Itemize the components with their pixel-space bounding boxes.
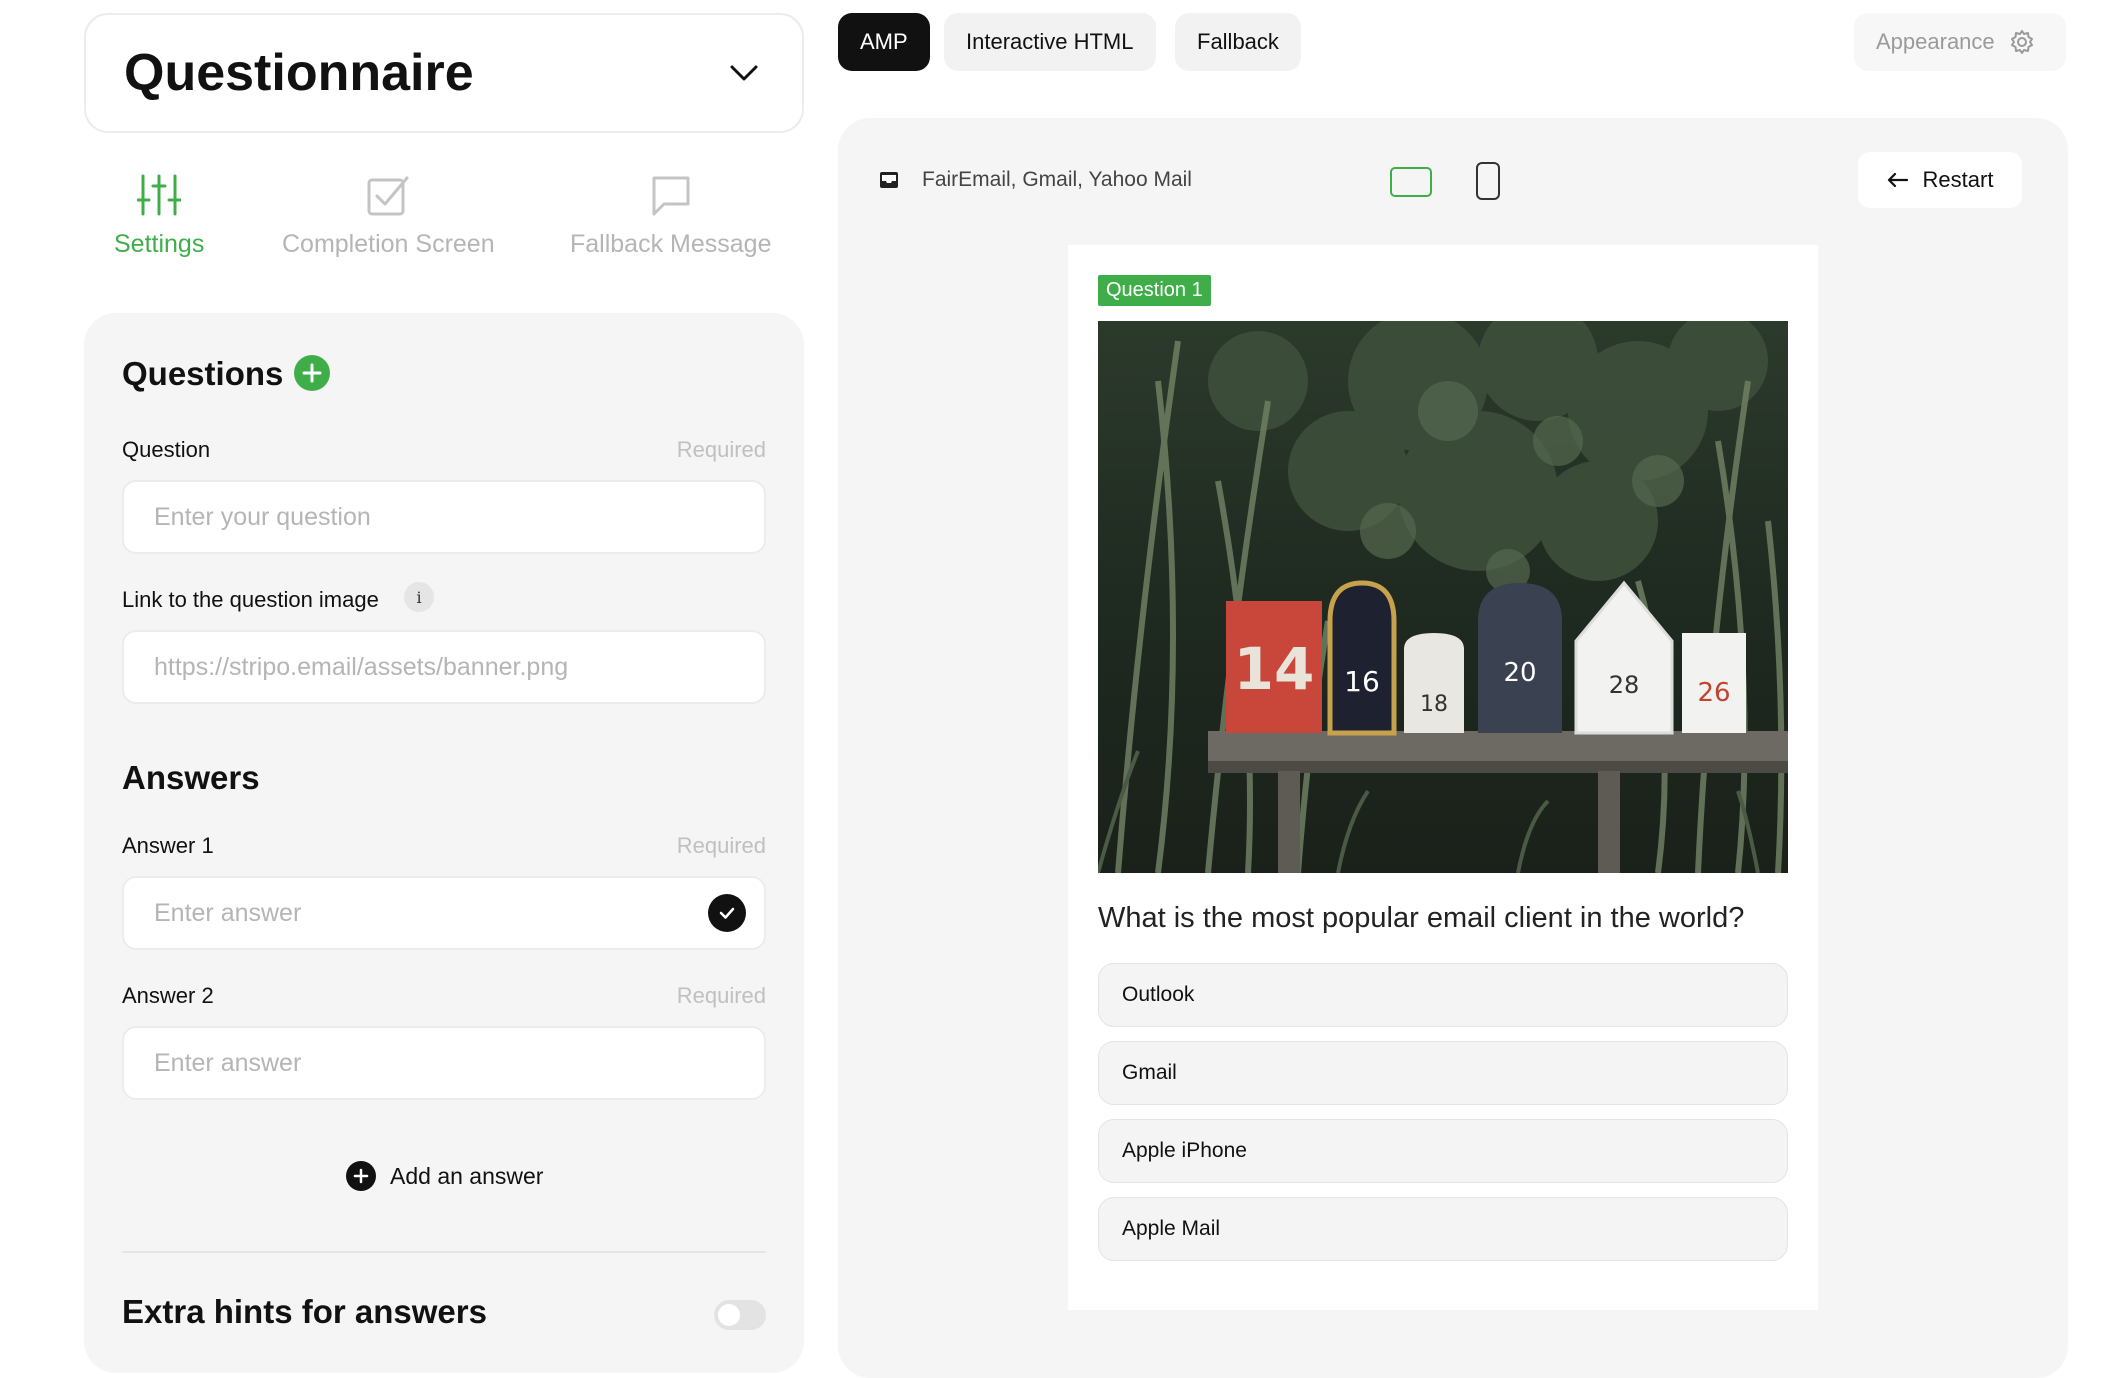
toggle-knob (718, 1304, 740, 1326)
answer-option[interactable]: Apple Mail (1098, 1197, 1788, 1261)
arrow-left-icon (1887, 172, 1908, 188)
tab-completion-screen[interactable]: Completion Screen (282, 170, 495, 259)
appearance-label: Appearance (1876, 29, 1995, 54)
editor-mode-tabs: Settings Completion Screen Fallback Mess… (84, 170, 804, 270)
email-preview-area: FairEmail, Gmail, Yahoo Mail Restart Que… (838, 118, 2068, 1378)
tab-fallback-label: Fallback Message (570, 230, 772, 258)
question-label: Question (122, 437, 211, 462)
settings-panel: Questions Question Required Link to the … (84, 313, 804, 1373)
mobile-view-icon[interactable] (1476, 162, 1500, 200)
answer-1-label: Answer 1 (122, 833, 214, 858)
answer-2-input[interactable] (122, 1026, 766, 1100)
email-clients-text: FairEmail, Gmail, Yahoo Mail (922, 168, 1192, 191)
add-question-button[interactable] (294, 355, 330, 391)
divider (122, 1251, 766, 1253)
answer-1-required: Required (676, 833, 766, 858)
mailbox-number: 20 (1503, 658, 1536, 688)
answer-2-required: Required (676, 983, 766, 1008)
check-icon (719, 907, 735, 919)
add-answer-button[interactable]: Add an answer (346, 1161, 543, 1191)
plus-icon (302, 363, 322, 383)
correct-answer-toggle[interactable] (708, 894, 746, 932)
answers-heading: Answers (122, 759, 260, 796)
answer-1-input[interactable] (122, 876, 766, 950)
answer-option[interactable]: Apple iPhone (1098, 1119, 1788, 1183)
restart-button[interactable]: Restart (1858, 152, 2022, 208)
add-answer-label: Add an answer (390, 1162, 544, 1189)
answer-option[interactable]: Gmail (1098, 1041, 1788, 1105)
email-body: Question 1 14 16 18 20 28 26 What is the… (1068, 245, 1818, 1310)
tab-completion-label: Completion Screen (282, 230, 495, 258)
mailbox-number: 16 (1344, 665, 1380, 698)
question-text: What is the most popular email client in… (1098, 902, 1745, 934)
tab-amp[interactable]: AMP (838, 13, 930, 71)
extra-hints-heading: Extra hints for answers (122, 1293, 487, 1330)
tab-fallback-message[interactable]: Fallback Message (570, 170, 771, 259)
message-icon (652, 176, 690, 216)
inbox-icon (880, 172, 898, 188)
question-input[interactable] (122, 480, 766, 554)
desktop-view-icon[interactable] (1390, 167, 1432, 197)
tab-settings[interactable]: Settings (114, 170, 204, 259)
question-required: Required (676, 437, 766, 462)
mailbox-number: 26 (1697, 678, 1730, 708)
block-type-dropdown[interactable]: Questionnaire (84, 13, 804, 133)
tab-settings-label: Settings (114, 230, 205, 258)
chevron-down-icon (730, 65, 758, 81)
answer-option[interactable]: Outlook (1098, 963, 1788, 1027)
block-type-title: Questionnaire (124, 44, 474, 102)
restart-label: Restart (1922, 167, 1994, 192)
tab-fallback[interactable]: Fallback (1175, 13, 1301, 71)
questions-heading: Questions (122, 355, 284, 392)
mailbox-number: 18 (1420, 692, 1448, 717)
gear-icon (2010, 30, 2033, 54)
image-link-label: Link to the question image (122, 587, 379, 612)
checkbox-icon (367, 176, 409, 216)
info-icon[interactable]: i (404, 582, 434, 612)
mailbox-number: 28 (1609, 671, 1640, 699)
email-clients-info: FairEmail, Gmail, Yahoo Mail (878, 168, 1192, 192)
tab-interactive-html[interactable]: Interactive HTML (944, 13, 1156, 71)
image-link-input[interactable] (122, 630, 766, 704)
mailbox-number: 14 (1234, 635, 1315, 703)
answer-2-label: Answer 2 (122, 983, 214, 1008)
sliders-icon (137, 174, 182, 216)
question-number-badge: Question 1 (1098, 275, 1211, 306)
extra-hints-toggle[interactable] (714, 1300, 766, 1330)
question-image: 14 16 18 20 28 26 (1098, 321, 1788, 873)
appearance-button[interactable]: Appearance (1854, 13, 2066, 71)
plus-circle-icon (346, 1161, 376, 1191)
